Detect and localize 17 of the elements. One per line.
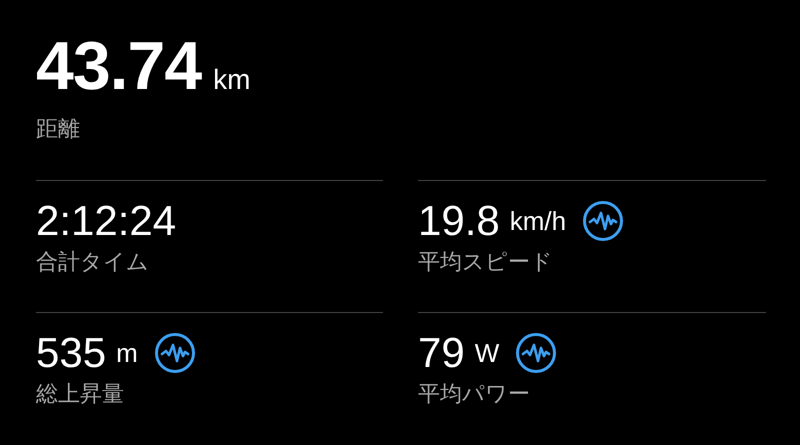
metric-value: 19.8	[418, 196, 500, 246]
unit-label: km/h	[510, 206, 566, 236]
metric-label: 総上昇量	[36, 380, 125, 408]
metric-label: 平均スピード	[418, 248, 554, 276]
metric-label: 距離	[36, 115, 81, 143]
distance-value: 43.74	[36, 27, 202, 106]
activity-icon[interactable]	[582, 200, 624, 242]
metric-value: 2:12:24	[36, 196, 176, 246]
metric-value: 535	[36, 328, 106, 378]
metric-value: 79	[418, 328, 465, 378]
metric-label: 平均パワー	[418, 380, 531, 408]
activity-icon[interactable]	[515, 332, 558, 374]
unit-label: W	[474, 338, 500, 368]
unit-label: km	[213, 64, 250, 96]
metric-label: 合計タイム	[36, 248, 150, 276]
activity-icon[interactable]	[154, 332, 196, 374]
unit-label: m	[116, 338, 138, 368]
